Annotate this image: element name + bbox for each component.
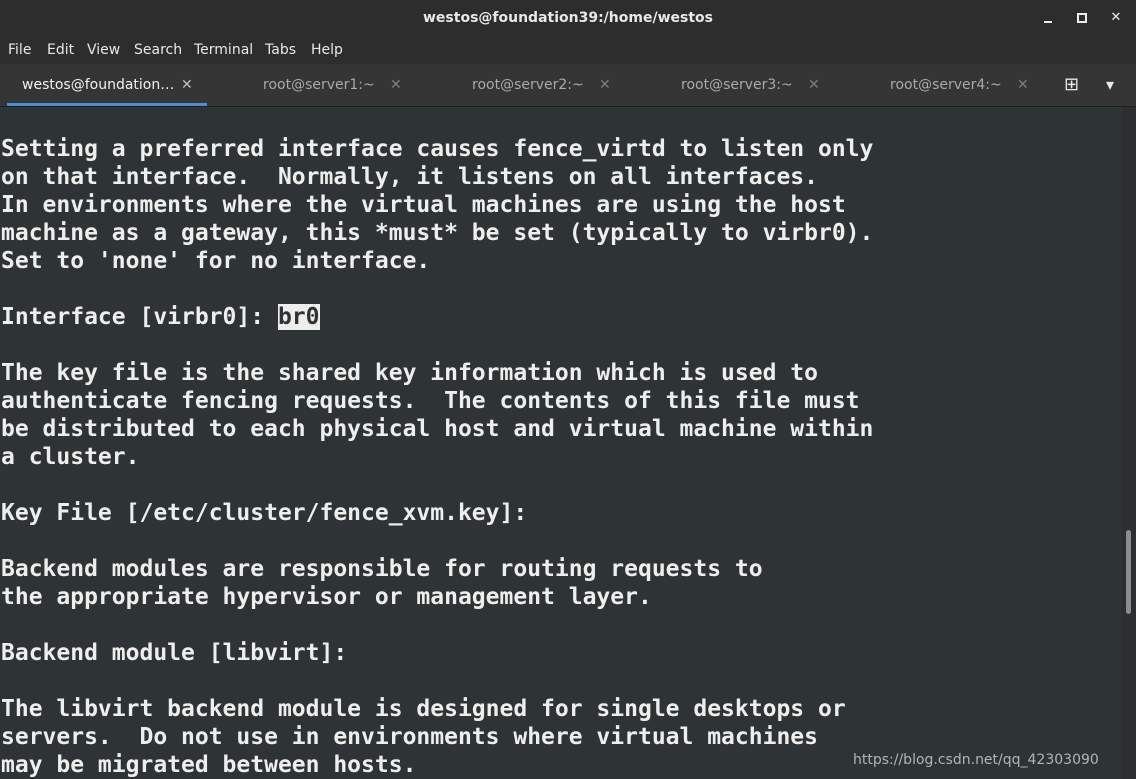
terminal-line: Backend module [libvirt]: [1, 640, 348, 666]
menu-file[interactable]: File [8, 36, 31, 64]
close-icon[interactable]: ✕ [181, 64, 193, 106]
tab-label: root@server2:~ [472, 77, 584, 93]
terminal-line: machine as a gateway, this *must* be set… [1, 220, 874, 246]
close-icon[interactable]: ✕ [599, 64, 611, 106]
terminal-line: a cluster. [1, 444, 140, 470]
terminal-line: In environments where the virtual machin… [1, 192, 846, 218]
watermark-text: https://blog.csdn.net/qq_42303090 [853, 752, 1099, 768]
menu-terminal[interactable]: Terminal [194, 36, 253, 64]
title-bar[interactable]: westos@foundation39:/home/westos ✕ [0, 0, 1136, 36]
close-icon: ✕ [1110, 10, 1122, 25]
close-icon[interactable]: ✕ [390, 64, 402, 106]
terminal-line: Backend modules are responsible for rout… [1, 556, 763, 582]
menu-bar: File Edit View Search Terminal Tabs Help [0, 36, 1136, 64]
tab-root-server4[interactable]: root@server4:~ ✕ [836, 64, 1041, 106]
terminal-output[interactable]: Setting a preferred interface causes fen… [0, 107, 1122, 779]
tab-label: root@server3:~ [681, 77, 793, 93]
terminal-line: be distributed to each physical host and… [1, 416, 874, 442]
tab-label: root@server1:~ [263, 77, 375, 93]
terminal-line: authenticate fencing requests. The conte… [1, 388, 860, 414]
tab-root-server1[interactable]: root@server1:~ ✕ [209, 64, 414, 106]
menu-edit[interactable]: Edit [47, 36, 74, 64]
maximize-icon [1077, 13, 1087, 23]
scrollbar-thumb[interactable] [1126, 530, 1131, 614]
close-icon[interactable]: ✕ [1017, 64, 1029, 106]
terminal-scrollbar[interactable] [1122, 107, 1136, 779]
selected-input-text[interactable]: br0 [277, 304, 320, 330]
menu-tabs[interactable]: Tabs [265, 36, 296, 64]
terminal-line: The key file is the shared key informati… [1, 360, 818, 386]
maximize-button[interactable] [1072, 8, 1092, 28]
active-tab-indicator [7, 103, 207, 106]
terminal-line: servers. Do not use in environments wher… [1, 724, 818, 750]
tab-root-server2[interactable]: root@server2:~ ✕ [418, 64, 623, 106]
tab-westos-foundation[interactable]: westos@foundation… ✕ [0, 64, 207, 106]
terminal-line: Set to 'none' for no interface. [1, 248, 431, 274]
menu-view[interactable]: View [87, 36, 120, 64]
tab-label: root@server4:~ [890, 77, 1002, 93]
minimize-button[interactable] [1038, 8, 1058, 28]
close-button[interactable]: ✕ [1106, 8, 1126, 28]
terminal-line: may be migrated between hosts. [1, 752, 417, 778]
new-tab-icon[interactable]: ⊞ [1064, 64, 1079, 106]
chevron-down-icon[interactable]: ▾ [1106, 64, 1114, 106]
terminal-line: Setting a preferred interface causes fen… [1, 136, 874, 162]
terminal-line: The libvirt backend module is designed f… [1, 696, 846, 722]
tab-root-server3[interactable]: root@server3:~ ✕ [627, 64, 832, 106]
window-title: westos@foundation39:/home/westos [423, 10, 713, 26]
terminal-line: the appropriate hypervisor or management… [1, 584, 652, 610]
terminal-window: westos@foundation39:/home/westos ✕ File … [0, 0, 1136, 779]
close-icon[interactable]: ✕ [808, 64, 820, 106]
prompt-text: Interface [virbr0]: [1, 304, 278, 330]
terminal-prompt-line: Interface [virbr0]: br0 [1, 303, 320, 331]
menu-search[interactable]: Search [134, 36, 182, 64]
menu-help[interactable]: Help [311, 36, 343, 64]
minimize-icon [1044, 21, 1052, 23]
terminal-line: Key File [/etc/cluster/fence_xvm.key]: [1, 500, 528, 526]
tab-bar: westos@foundation… ✕ root@server1:~ ✕ ro… [0, 64, 1136, 107]
tab-label: westos@foundation… [22, 77, 175, 93]
terminal-line: on that interface. Normally, it listens … [1, 164, 818, 190]
